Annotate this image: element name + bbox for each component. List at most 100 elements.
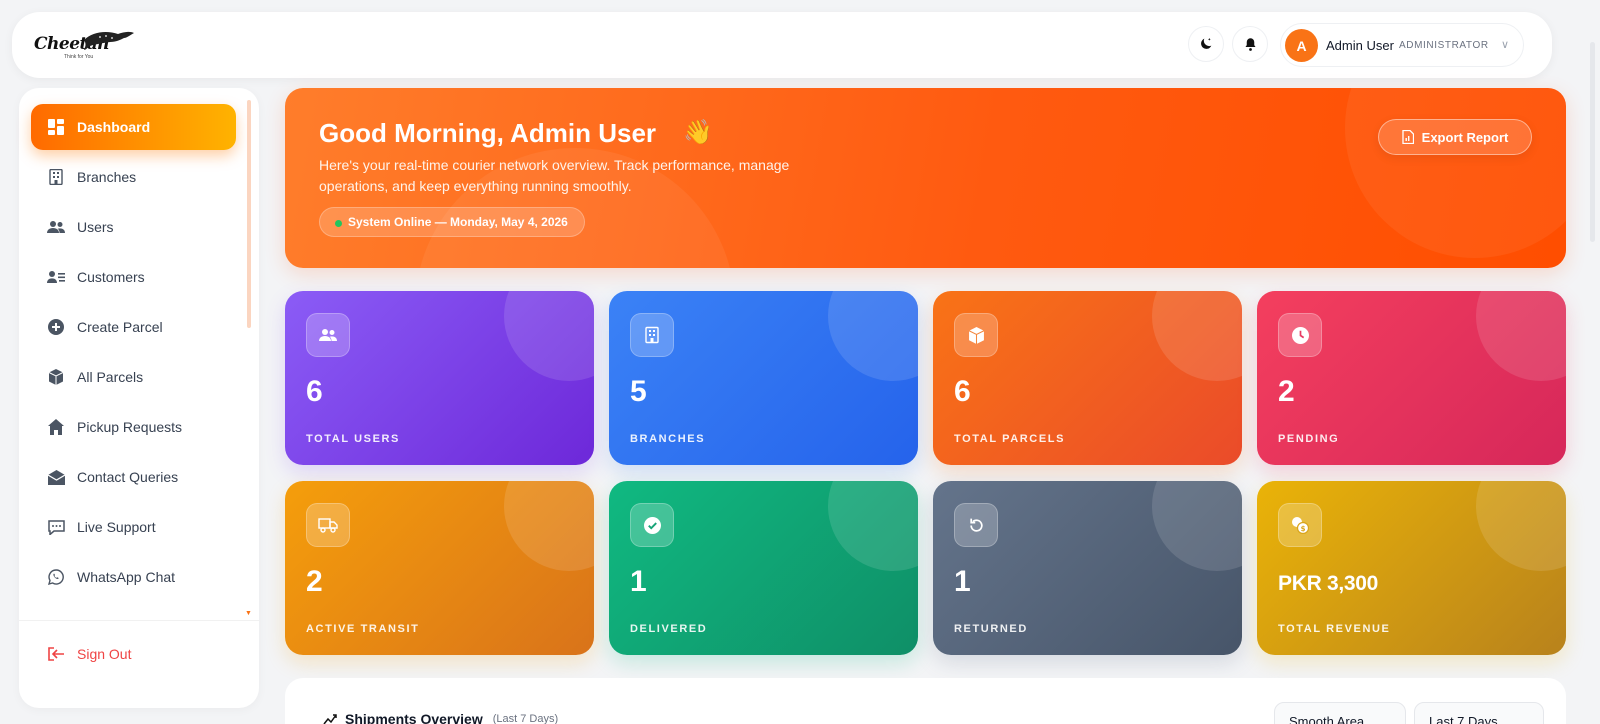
dashboard-icon bbox=[47, 118, 65, 136]
sign-out-button[interactable]: Sign Out bbox=[47, 646, 131, 662]
decorative-circle bbox=[1476, 291, 1566, 381]
stat-card-total-revenue[interactable]: $ PKR 3,300 TOTAL REVENUE bbox=[1257, 481, 1566, 655]
notifications-button[interactable] bbox=[1232, 26, 1268, 62]
chart-type-value: Smooth Area bbox=[1289, 713, 1365, 724]
sidebar-item-label: Branches bbox=[77, 169, 137, 185]
sidebar-item-label: Contact Queries bbox=[77, 469, 179, 485]
stat-value: 6 bbox=[954, 375, 971, 408]
sidebar: Dashboard Branches Users Customers Creat… bbox=[19, 88, 259, 708]
sidebar-item-label: Pickup Requests bbox=[77, 419, 183, 435]
decorative-circle bbox=[1345, 88, 1566, 258]
cheetah-logo-icon bbox=[84, 31, 134, 50]
rotate-icon bbox=[954, 503, 998, 547]
brand-tagline: Think for You bbox=[64, 54, 94, 60]
sidebar-item-label: Live Support bbox=[77, 519, 156, 535]
avatar: A bbox=[1285, 29, 1318, 62]
banner-subtitle: Here's your real-time courier network ov… bbox=[319, 157, 790, 194]
stat-value: 2 bbox=[306, 565, 323, 598]
decorative-circle bbox=[504, 481, 594, 571]
panel-subtitle: (Last 7 Days) bbox=[492, 713, 559, 724]
stat-value: 5 bbox=[630, 375, 647, 408]
stat-card-delivered[interactable]: 1 DELIVERED bbox=[609, 481, 918, 655]
decorative-circle bbox=[828, 291, 918, 381]
sidebar-item-dashboard[interactable]: Dashboard bbox=[31, 104, 236, 150]
export-report-button[interactable]: Export Report bbox=[1378, 119, 1532, 155]
export-report-label: Export Report bbox=[1421, 129, 1509, 145]
users-icon bbox=[306, 313, 350, 357]
stat-value: 6 bbox=[306, 375, 323, 408]
sidebar-item-create-parcel[interactable]: Create Parcel bbox=[31, 304, 236, 350]
chat-icon bbox=[47, 518, 65, 536]
sign-out-label: Sign Out bbox=[77, 646, 132, 662]
decorative-circle bbox=[1152, 291, 1242, 381]
panel-header: Shipments Overview (Last 7 Days) bbox=[323, 711, 558, 724]
stat-card-branches[interactable]: 5 BRANCHES bbox=[609, 291, 918, 465]
sidebar-item-customers[interactable]: Customers bbox=[31, 254, 236, 300]
page-scrollbar[interactable] bbox=[1590, 42, 1595, 242]
user-role: ADMINISTRATOR bbox=[1399, 40, 1489, 51]
plus-circle-icon bbox=[47, 318, 65, 336]
sidebar-item-label: Dashboard bbox=[77, 119, 151, 135]
date-range-select[interactable]: Last 7 Days bbox=[1414, 702, 1544, 724]
sidebar-scrollbar[interactable] bbox=[247, 100, 251, 328]
sidebar-item-label: Customers bbox=[77, 269, 145, 285]
sidebar-item-all-parcels[interactable]: All Parcels bbox=[31, 354, 236, 400]
trend-chart-icon bbox=[323, 714, 337, 724]
wave-emoji-icon: 👋 bbox=[683, 119, 713, 146]
decorative-circle bbox=[828, 481, 918, 571]
sidebar-item-contact-queries[interactable]: Contact Queries bbox=[31, 454, 236, 500]
panel-title: Shipments Overview bbox=[345, 711, 483, 724]
user-menu[interactable]: A Admin User ADMINISTRATOR ∨ bbox=[1280, 23, 1524, 67]
sidebar-item-branches[interactable]: Branches bbox=[31, 154, 236, 200]
box-icon bbox=[47, 368, 65, 386]
truck-icon bbox=[306, 503, 350, 547]
whatsapp-icon bbox=[47, 568, 65, 586]
svg-text:$: $ bbox=[1301, 525, 1306, 533]
sidebar-item-users[interactable]: Users bbox=[31, 204, 236, 250]
bell-icon bbox=[1245, 37, 1255, 51]
stat-label: TOTAL USERS bbox=[306, 433, 400, 445]
stat-value: 2 bbox=[1278, 375, 1295, 408]
stat-label: TOTAL REVENUE bbox=[1278, 623, 1391, 635]
stat-value: PKR 3,300 bbox=[1278, 572, 1379, 595]
house-icon bbox=[47, 418, 65, 436]
page-title: Good Morning, Admin User bbox=[319, 118, 657, 148]
date-range-value: Last 7 Days bbox=[1429, 713, 1498, 724]
stat-value: 1 bbox=[954, 565, 971, 598]
user-name: Admin User bbox=[1326, 38, 1394, 53]
stat-value: 1 bbox=[630, 565, 647, 598]
decorative-circle bbox=[504, 291, 594, 381]
scroll-down-icon[interactable]: ▼ bbox=[245, 610, 252, 617]
sidebar-item-pickup-requests[interactable]: Pickup Requests bbox=[31, 404, 236, 450]
stat-label: BRANCHES bbox=[630, 433, 706, 445]
sidebar-item-label: Users bbox=[77, 219, 114, 235]
stat-card-total-users[interactable]: 6 TOTAL USERS bbox=[285, 291, 594, 465]
decorative-circle bbox=[1152, 481, 1242, 571]
stat-card-returned[interactable]: 1 RETURNED bbox=[933, 481, 1242, 655]
stat-card-active-transit[interactable]: 2 ACTIVE TRANSIT bbox=[285, 481, 594, 655]
sidebar-item-live-support[interactable]: Live Support bbox=[31, 504, 236, 550]
building-icon bbox=[630, 313, 674, 357]
check-circle-icon bbox=[630, 503, 674, 547]
brand-logo[interactable]: Cheetah Think for You bbox=[34, 26, 134, 66]
clock-icon bbox=[1278, 313, 1322, 357]
stat-label: DELIVERED bbox=[630, 623, 708, 635]
welcome-banner: Good Morning, Admin User 👋 Here's your r… bbox=[285, 88, 1566, 268]
theme-toggle-button[interactable] bbox=[1188, 26, 1224, 62]
stat-card-pending[interactable]: 2 PENDING bbox=[1257, 291, 1566, 465]
stat-card-total-parcels[interactable]: 6 TOTAL PARCELS bbox=[933, 291, 1242, 465]
shipments-overview-panel: Shipments Overview (Last 7 Days) Smooth … bbox=[285, 678, 1566, 724]
chart-type-select[interactable]: Smooth Area bbox=[1274, 702, 1406, 724]
envelope-icon bbox=[47, 468, 65, 486]
sidebar-divider bbox=[19, 620, 259, 621]
sidebar-item-label: Create Parcel bbox=[77, 319, 163, 335]
sidebar-item-whatsapp-chat[interactable]: WhatsApp Chat bbox=[31, 554, 236, 600]
users-icon bbox=[47, 218, 65, 236]
stat-label: ACTIVE TRANSIT bbox=[306, 623, 420, 635]
moon-icon bbox=[1201, 38, 1212, 49]
chevron-down-icon: ∨ bbox=[1500, 39, 1509, 51]
stat-label: TOTAL PARCELS bbox=[954, 433, 1066, 445]
top-bar: Cheetah Think for You A Admin User ADMIN… bbox=[12, 12, 1552, 78]
customer-card-icon bbox=[47, 268, 65, 286]
box-icon bbox=[954, 313, 998, 357]
